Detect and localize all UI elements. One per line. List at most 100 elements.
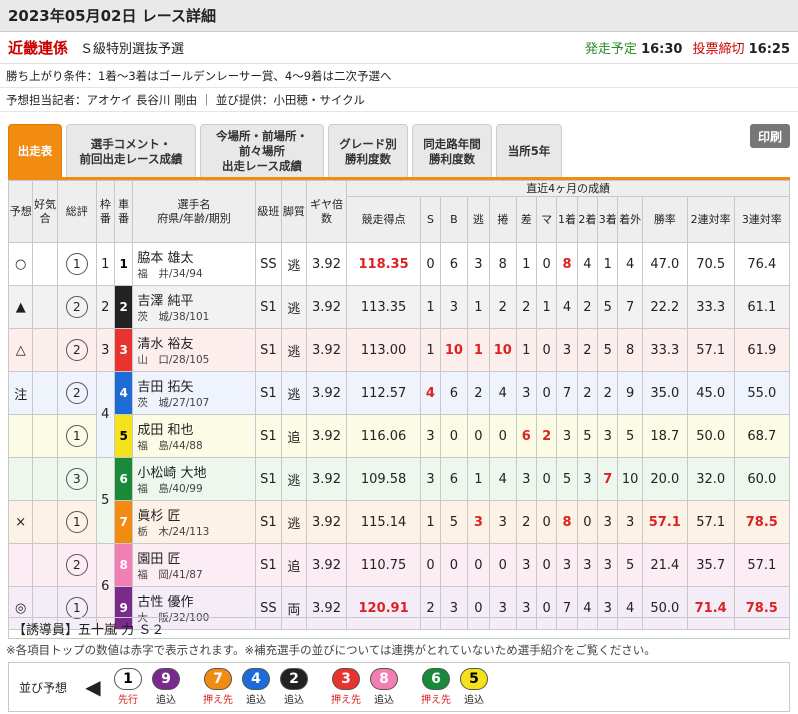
rider-name[interactable]: 清水 裕友: [137, 333, 254, 352]
stat-gear: 3.92: [305, 543, 348, 587]
stat-makuri: 0: [489, 414, 517, 458]
stat-nige: 2: [466, 371, 491, 415]
tab-grade-wins[interactable]: グレード別 勝利度数: [328, 124, 408, 178]
stat-c3: 7: [597, 457, 619, 501]
col-frame: 枠番: [95, 180, 115, 243]
table-row: △ 2 3 3 清水 裕友山 口/28/105 S1 逃 3.92 113.00 1 10 1 10 1 0…: [7, 328, 791, 372]
rating-badge: 1: [65, 597, 88, 619]
rider-name[interactable]: 古性 優作: [137, 591, 254, 610]
stat-sashi: 3: [515, 543, 537, 587]
col-b: B: [440, 196, 468, 243]
stat-score: 116.06: [346, 414, 421, 458]
stat-s: 0: [419, 543, 442, 587]
reporter-info: 予想担当記者：アオケイ 長谷川 剛由 ｜ 並び提供：小田穂・サイクル: [0, 88, 798, 112]
stat-b: 0: [440, 414, 468, 458]
prediction-mark: [7, 414, 34, 458]
rating-badge: 1: [65, 253, 88, 275]
car-number-cell: 5: [113, 414, 134, 458]
line-tag: 追込: [464, 695, 484, 706]
rating-badge: 2: [65, 339, 88, 361]
car-number: 1: [119, 257, 128, 271]
col-first: 1着: [556, 196, 578, 243]
rating-cell: 2: [56, 285, 97, 329]
stat-out: 8: [617, 328, 643, 372]
stat-style: 逃: [281, 500, 307, 544]
stat-cls: S1: [254, 371, 283, 415]
rider-name[interactable]: 成田 和也: [137, 419, 254, 438]
stat-score: 113.35: [346, 285, 421, 329]
line-tag: 追込: [246, 695, 266, 706]
stat-ren2: 50.0: [686, 414, 735, 458]
rating-cell: 3: [56, 457, 97, 501]
rider-name[interactable]: 吉田 拓矢: [137, 376, 254, 395]
stat-score: 109.58: [346, 457, 421, 501]
stat-ren2: 70.5: [686, 242, 735, 286]
tab-track-wins[interactable]: 同走路年間 勝利度数: [412, 124, 492, 178]
stat-s: 1: [419, 285, 442, 329]
spirit-cell: [32, 285, 58, 329]
rider-name[interactable]: 園田 匠: [137, 548, 254, 567]
spirit-cell: [32, 414, 58, 458]
stat-nige: 1: [466, 328, 491, 372]
car-number: 4: [119, 386, 128, 400]
table-row: × 1 7 眞杉 匠栃 木/24/113 S1 逃 3.92 115.14 1 5 3 3 2 0 8 0 3 3…: [7, 500, 791, 544]
prediction-mark: ×: [7, 500, 34, 544]
tab-venue-results[interactable]: 今場所・前場所・ 前々場所 出走レース成績: [200, 124, 324, 178]
stat-ren3: 68.7: [733, 414, 791, 458]
line-prediction-label: 並び予想: [18, 680, 67, 695]
table-row: ○ 1 1 1 脇本 雄太福 井/34/94 SS 逃 3.92 118.35 0 6 3 8 1 0 8 4 1…: [7, 242, 791, 286]
tab-comments[interactable]: 選手コメント・ 前回出走レース成績: [66, 124, 196, 178]
line-tag: 追込: [374, 695, 394, 706]
col-group-recent: 直近4ヶ月の成績: [346, 180, 790, 197]
stat-out: 5: [617, 414, 643, 458]
stat-nige: 3: [466, 242, 491, 286]
arrow-left-icon: ◀: [85, 675, 101, 699]
rider-name[interactable]: 眞杉 匠: [137, 505, 254, 524]
stat-ma: 2: [535, 414, 558, 458]
stat-c1: 4: [556, 285, 578, 329]
stat-cls: S1: [254, 328, 283, 372]
rider-profile: 茨 城/27/107: [137, 397, 210, 409]
rider-profile: 茨 城/38/101: [137, 311, 210, 323]
car-number: 3: [119, 343, 128, 357]
car-number: 7: [119, 515, 128, 529]
stat-ren3: 57.1: [733, 543, 791, 587]
stat-out: 10: [617, 457, 643, 501]
col-class: 級班: [254, 180, 283, 243]
start-time: 16:30: [641, 42, 683, 57]
line-chip: 8 追込: [365, 668, 403, 706]
rider-name[interactable]: 吉澤 純平: [137, 290, 254, 309]
line-car-number: 5: [460, 668, 488, 690]
car-number: 5: [119, 429, 128, 443]
rider-name[interactable]: 脇本 雄太: [137, 247, 254, 266]
rider-name[interactable]: 小松崎 大地: [137, 462, 254, 481]
col-s: S: [419, 196, 442, 243]
car-number: 6: [119, 472, 128, 486]
line-car-number: 4: [242, 668, 270, 690]
stat-makuri: 0: [489, 543, 517, 587]
frame-number: 2: [95, 285, 115, 329]
race-times: 発走予定 16:30 投票締切 16:25: [585, 38, 790, 57]
stat-cls: SS: [254, 242, 283, 286]
frame-number: 3: [95, 328, 115, 372]
stat-s: 4: [419, 371, 442, 415]
print-button[interactable]: 印刷: [750, 124, 790, 148]
stat-c1: 5: [556, 457, 578, 501]
col-gear: ギヤ倍数: [305, 180, 348, 243]
stat-score: 118.35: [346, 242, 421, 286]
col-win-rate: 勝率: [641, 196, 688, 243]
table-row: 2 6 8 園田 匠福 岡/41/87 S1 追 3.92 110.75 0 0 0 0 3 0 3 3 3 5 2…: [7, 543, 791, 630]
stat-ren2: 45.0: [686, 371, 735, 415]
tab-entries[interactable]: 出走表: [8, 124, 62, 178]
col-prediction: 予想: [7, 180, 34, 243]
car-number-cell: 6: [113, 457, 134, 501]
stat-out: 7: [617, 285, 643, 329]
car-number-cell: 7: [113, 500, 134, 544]
col-spirit: 好気合: [32, 180, 58, 243]
rider-cell: 吉澤 純平茨 城/38/101: [132, 285, 256, 329]
stat-win: 47.0: [641, 242, 688, 286]
tab-5years[interactable]: 当所5年: [496, 124, 562, 178]
rating-cell: 2: [56, 371, 97, 415]
stat-nige: 1: [466, 457, 491, 501]
stat-c1: 8: [556, 500, 578, 544]
